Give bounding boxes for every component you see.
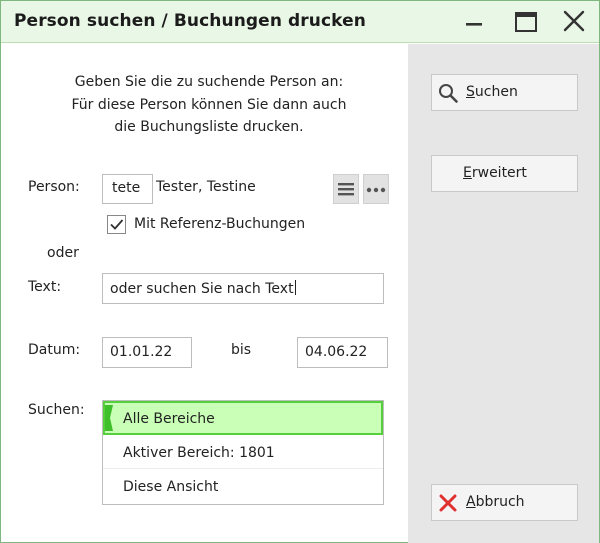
cancel-button[interactable]: Abbruch (431, 484, 578, 521)
cancel-icon (439, 494, 457, 512)
instruction-line-1: Geben Sie die zu suchende Person an: (74, 74, 344, 90)
close-button[interactable] (556, 7, 592, 37)
hamburger-list-icon (338, 183, 354, 196)
search-button[interactable]: Suchen (431, 74, 578, 111)
checkmark-icon (110, 219, 124, 230)
text-caret (294, 280, 296, 295)
scope-listbox[interactable]: Alle Bereiche Aktiver Bereich: 1801 Dies… (102, 400, 384, 505)
button-panel (408, 44, 599, 543)
person-list-button[interactable] (333, 174, 359, 204)
date-from-field[interactable]: 01.01.22 (102, 337, 192, 368)
close-icon (563, 10, 585, 32)
scope-label: Suchen: (28, 402, 85, 418)
scope-option-label: Aktiver Bereich: 1801 (123, 445, 275, 461)
referenz-checkbox-label[interactable]: Mit Referenz-Buchungen (134, 216, 305, 232)
instruction-line-2: Für diese Person können Sie dann auch (71, 96, 347, 113)
instruction-line-3: die Buchungsliste drucken. (114, 119, 304, 135)
minimize-icon (466, 23, 482, 26)
date-label: Datum: (28, 342, 81, 358)
maximize-button[interactable] (508, 7, 544, 37)
ellipsis-icon (366, 187, 386, 193)
scope-option-diese-ansicht[interactable]: Diese Ansicht (103, 469, 383, 503)
text-search-value: oder suchen Sie nach Text (110, 281, 294, 297)
minimize-button[interactable] (456, 7, 492, 37)
date-to-field[interactable]: 04.06.22 (297, 337, 388, 368)
date-bis-label: bis (231, 342, 252, 358)
instruction-text: Geben Sie die zu suchende Person an: Für… (31, 71, 387, 139)
person-more-button[interactable] (363, 174, 389, 204)
dialog-window: Person suchen / Buchungen drucken Geben … (0, 0, 600, 543)
person-code-field[interactable]: tete (102, 174, 153, 204)
maximize-icon (515, 12, 537, 32)
search-icon (439, 84, 458, 103)
text-search-input[interactable]: oder suchen Sie nach Text (102, 273, 384, 304)
extended-button-label: Erweitert (463, 165, 527, 181)
selection-marker-icon (105, 405, 113, 431)
person-name: Tester, Testine (156, 179, 256, 195)
cancel-button-label: Abbruch (466, 494, 525, 510)
oder-label: oder (47, 245, 79, 261)
title-bar[interactable]: Person suchen / Buchungen drucken (1, 1, 599, 43)
search-button-label: Suchen (466, 84, 518, 100)
extended-button[interactable]: Erweitert (431, 155, 578, 192)
scope-option-alle-bereiche[interactable]: Alle Bereiche (103, 401, 383, 435)
scope-option-aktiver-bereich[interactable]: Aktiver Bereich: 1801 (103, 435, 383, 469)
text-label: Text: (28, 279, 62, 295)
scope-option-label: Diese Ansicht (123, 479, 219, 495)
scope-option-label: Alle Bereiche (123, 411, 215, 427)
person-label: Person: (28, 179, 80, 195)
window-title: Person suchen / Buchungen drucken (14, 11, 366, 31)
referenz-checkbox[interactable] (107, 215, 126, 234)
